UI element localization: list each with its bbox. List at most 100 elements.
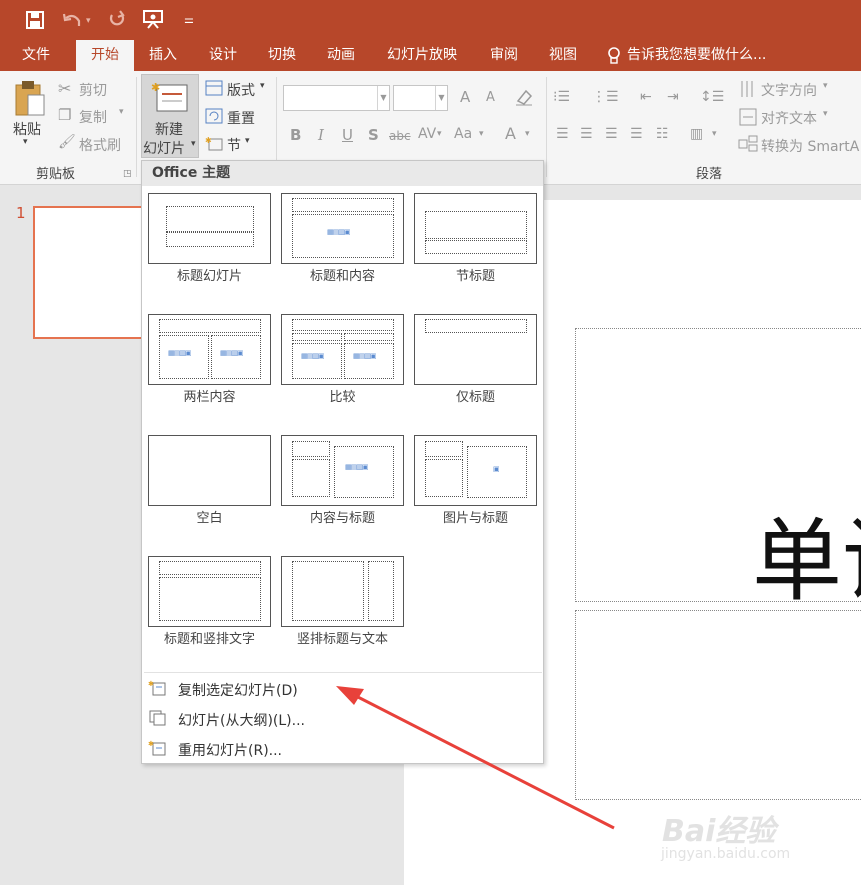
clipboard-group-label: 剪贴板 [36,167,76,182]
tab-slideshow[interactable]: 幻灯片放映 [377,40,467,71]
grow-font-button[interactable]: A [460,88,470,106]
gallery-header: Office 主题 [142,161,543,186]
italic-button[interactable]: I [318,126,324,144]
shrink-font-button[interactable]: A [486,90,495,105]
align-text-icon [739,108,757,126]
slide-title-text[interactable]: 单设 [752,488,861,618]
underline-button[interactable]: U [342,126,353,144]
chevron-down-icon[interactable]: ▾ [479,129,484,139]
reset-button[interactable]: 重置 [227,108,255,128]
copy-dropdown-icon[interactable]: ▾ [119,107,124,117]
chevron-down-icon[interactable]: ▾ [437,129,442,139]
picture-icon: ▣ [493,465,500,473]
chevron-down-icon[interactable]: ▾ [823,109,828,119]
layout-title-vertical-text[interactable] [148,556,271,627]
layout-vertical-title-text[interactable] [281,556,404,627]
undo-icon[interactable] [62,11,82,29]
customize-icon[interactable]: ⚌ [184,9,194,31]
shadow-button[interactable]: S [368,126,379,144]
reuse-slides-menu-item[interactable]: 重用幻灯片(R)... [178,740,282,760]
content-icons: ▦▤▥▣ [327,228,350,236]
clear-format-icon[interactable] [514,87,534,107]
undo-dropdown-icon[interactable]: ▾ [86,10,91,32]
copy-button[interactable]: 复制 [79,107,107,127]
reuse-slides-icon: ✱ [148,740,166,756]
layout-title-only[interactable] [414,314,537,385]
slide-number: 1 [16,204,26,222]
paste-icon[interactable] [14,79,46,119]
tell-me-search[interactable]: 告诉我您想要做什么... [627,40,787,71]
layout-dropdown-icon[interactable]: ▾ [260,81,265,91]
chevron-down-icon[interactable]: ▾ [712,129,717,139]
columns-icon[interactable]: ▥ [690,126,703,142]
content-icons: ▦▤▥▣ [168,349,191,357]
align-left-icon[interactable]: ☰ [556,126,569,142]
font-name-combo[interactable]: ▼ [283,85,390,111]
format-painter-button[interactable]: 格式刷 [79,135,121,155]
bullets-icon[interactable]: ⁝☰ [553,89,570,105]
layout-comparison[interactable]: ▦▤▥▣ ▦▤▥▣ [281,314,404,385]
paste-label[interactable]: 粘贴 [13,119,41,139]
align-text-button[interactable]: 对齐文本 [761,108,817,128]
convert-smartart-button[interactable]: 转换为 SmartA [761,136,859,156]
layout-content-caption[interactable]: ▦▤▥▣ [281,435,404,506]
content-icons: ▦▤▥▣ [220,349,243,357]
numbering-icon[interactable]: ⋮☰ [592,89,619,105]
chevron-down-icon[interactable]: ▾ [823,81,828,91]
decrease-indent-icon[interactable]: ⇤ [640,89,652,105]
copy-icon: ❐ [58,106,72,124]
new-slide-gallery: Office 主题 标题幻灯片 ▦▤▥▣ 标题和内容 节标题 ▦▤▥▣ ▦▤▥▣… [141,160,544,764]
layout-name: 仅标题 [455,390,495,405]
tab-file[interactable]: 文件 [8,40,64,71]
layout-button[interactable]: 版式 [227,80,255,100]
justify-icon[interactable]: ☰ [630,126,643,142]
align-center-icon[interactable]: ☰ [580,126,593,142]
line-spacing-icon[interactable]: ↕☰ [700,89,724,105]
layout-title-content[interactable]: ▦▤▥▣ [281,193,404,264]
redo-icon[interactable] [108,10,126,28]
paste-dropdown-icon[interactable]: ▾ [23,137,28,147]
tab-transitions[interactable]: 切换 [257,40,307,71]
watermark-url: jingyan.baidu.com [661,846,791,862]
tab-home[interactable]: 开始 [76,40,134,71]
section-button[interactable]: 节 [227,135,241,155]
cut-button[interactable]: 剪切 [79,80,107,100]
tab-insert[interactable]: 插入 [138,40,188,71]
font-size-combo[interactable]: ▼ [393,85,448,111]
chevron-down-icon[interactable]: ▼ [435,86,447,110]
layout-picture-caption[interactable]: ▣ [414,435,537,506]
bold-button[interactable]: B [290,126,301,144]
slide-thumbnail[interactable] [33,206,145,339]
increase-indent-icon[interactable]: ⇥ [667,89,679,105]
format-painter-icon: 🖌 [58,134,76,150]
layout-two-content[interactable]: ▦▤▥▣ ▦▤▥▣ [148,314,271,385]
align-right-icon[interactable]: ☰ [605,126,618,142]
tab-review[interactable]: 审阅 [480,40,528,71]
chevron-down-icon[interactable]: ▾ [525,129,530,139]
layout-name: 空白 [196,511,223,526]
char-spacing-button[interactable]: AV [418,126,436,142]
layout-name: 标题和内容 [309,269,375,284]
font-color-button[interactable]: A [505,124,516,143]
layout-title-slide[interactable] [148,193,271,264]
present-icon[interactable] [142,9,164,29]
strikethrough-button[interactable]: abc [389,129,411,143]
tab-animations[interactable]: 动画 [316,40,366,71]
new-slide-dropdown-icon[interactable]: ▾ [191,139,196,149]
subtitle-placeholder[interactable] [575,610,861,800]
layout-name: 两栏内容 [183,390,236,405]
clipboard-launcher-icon[interactable]: ◳ [123,169,132,179]
tab-view[interactable]: 视图 [538,40,588,71]
layout-section-header[interactable] [414,193,537,264]
text-direction-button[interactable]: 文字方向 [761,80,817,100]
tab-design[interactable]: 设计 [198,40,248,71]
slides-from-outline-menu-item[interactable]: 幻灯片(从大纲)(L)... [178,710,305,730]
save-icon[interactable] [26,11,44,29]
duplicate-slide-menu-item[interactable]: 复制选定幻灯片(D) [178,680,298,700]
change-case-button[interactable]: Aa [454,126,472,142]
layout-blank[interactable] [148,435,271,506]
distributed-icon[interactable]: ☷ [656,126,669,142]
section-dropdown-icon[interactable]: ▾ [245,136,250,146]
paragraph-group-label: 段落 [696,167,723,182]
chevron-down-icon[interactable]: ▼ [377,86,389,110]
